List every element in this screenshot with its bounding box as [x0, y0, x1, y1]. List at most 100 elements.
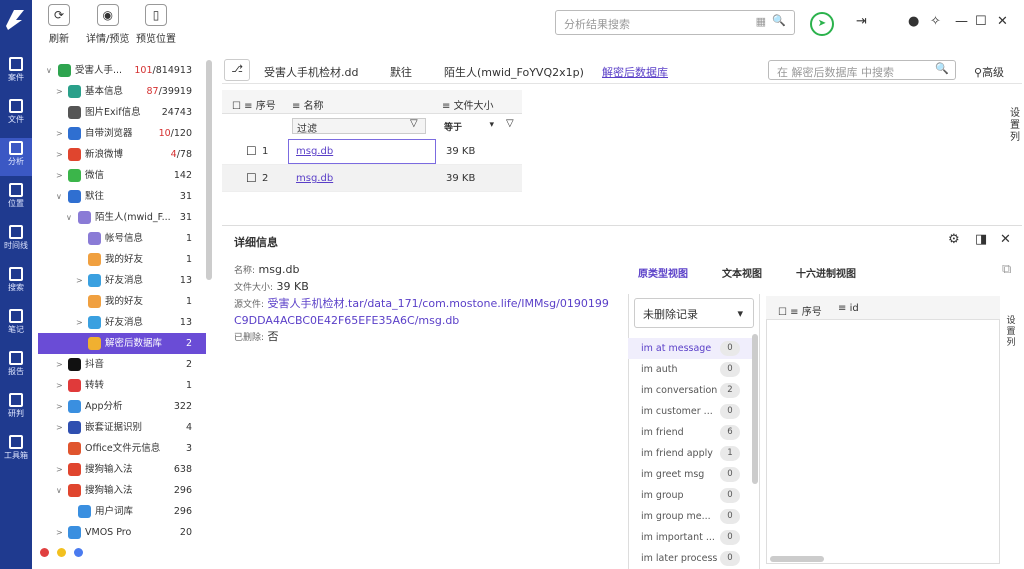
tree-item[interactable]: Office文件元信息 3: [38, 438, 206, 459]
tree-scrollbar[interactable]: [206, 60, 212, 280]
db-table-item[interactable]: im later process 0: [628, 548, 752, 569]
refresh-button[interactable]: ⟳ 刷新: [48, 4, 70, 45]
row-name-link[interactable]: msg.db: [296, 146, 333, 157]
rail-item-7[interactable]: 报告: [0, 348, 32, 386]
tree-item[interactable]: 帐号信息 1: [38, 228, 206, 249]
tree-item[interactable]: > 抖音 2: [38, 354, 206, 375]
chevron-down-icon[interactable]: ∨: [56, 186, 68, 207]
filter-icon[interactable]: ▽: [410, 118, 418, 129]
db-table-item[interactable]: im customer ... 0: [628, 401, 752, 422]
db-table-item[interactable]: im friend 6: [628, 422, 752, 443]
tree-item[interactable]: ∨ 搜狗输入法 296: [38, 480, 206, 501]
tree-item[interactable]: > 搜狗输入法 638: [38, 459, 206, 480]
result-search-input[interactable]: 分析结果搜索 ▦ 🔍: [555, 10, 795, 35]
tab-hex-view[interactable]: 十六进制视图: [796, 265, 856, 280]
preview-position-button[interactable]: ▯ 预览位置: [136, 4, 176, 45]
chevron-down-icon[interactable]: ∨: [46, 60, 58, 81]
export-icon[interactable]: ⇥: [856, 14, 867, 29]
tree-item[interactable]: > 嵌套证据识别 4: [38, 417, 206, 438]
db-search-input[interactable]: 在 解密后数据库 中搜索 🔍: [768, 60, 956, 80]
tree-item[interactable]: > VMOS Pro 20: [38, 522, 206, 543]
detail-preview-button[interactable]: ◉ 详情/预览: [86, 4, 129, 45]
db-table-item[interactable]: im conversation 2: [628, 380, 752, 401]
rail-item-4[interactable]: 时间线: [0, 222, 32, 260]
col-header-index[interactable]: ☐ ≡ 序号: [232, 97, 276, 112]
column-settings-button[interactable]: 设置列: [1008, 108, 1022, 144]
chevron-right-icon[interactable]: >: [56, 417, 68, 438]
sub-col-id[interactable]: ≡ id: [838, 303, 859, 314]
search-icon[interactable]: 🔍: [935, 62, 949, 75]
crumb-account[interactable]: 陌生人(mwid_FoYVQ2x1p): [444, 64, 584, 80]
rail-item-6[interactable]: 笔记: [0, 306, 32, 344]
tree-item[interactable]: ∨ 默往 31: [38, 186, 206, 207]
crumb-device[interactable]: 受害人手机检材.dd: [264, 64, 358, 80]
tree-item[interactable]: 我的好友 1: [38, 291, 206, 312]
crumb-current[interactable]: 解密后数据库: [602, 64, 668, 80]
chevron-right-icon[interactable]: >: [56, 375, 68, 396]
tree-item[interactable]: 解密后数据库 2: [38, 333, 206, 354]
tree-item[interactable]: > App分析 322: [38, 396, 206, 417]
branch-icon[interactable]: ⎇: [224, 59, 250, 81]
chevron-right-icon[interactable]: >: [56, 81, 68, 102]
db-table-item[interactable]: im important ... 0: [628, 527, 752, 548]
tree-item[interactable]: 我的好友 1: [38, 249, 206, 270]
pin-icon[interactable]: ✧: [930, 14, 941, 29]
chevron-right-icon[interactable]: >: [76, 312, 88, 333]
tree-item[interactable]: 用户词库 296: [38, 501, 206, 522]
chevron-right-icon[interactable]: >: [56, 522, 68, 543]
table-row[interactable]: ☐ 2 msg.db 39 KB: [222, 165, 522, 192]
tree-item[interactable]: > 转转 1: [38, 375, 206, 396]
tree-item[interactable]: > 自带浏览器 10/120: [38, 123, 206, 144]
rail-item-5[interactable]: 搜索: [0, 264, 32, 302]
sub-col-index[interactable]: ☐ ≡ 序号: [778, 303, 822, 318]
chevron-down-icon[interactable]: ∨: [56, 480, 68, 501]
source-link[interactable]: 受害人手机检材.tar/data_171/com.mostone.life/IM…: [234, 297, 609, 327]
chevron-right-icon[interactable]: >: [56, 396, 68, 417]
crumb-app[interactable]: 默往: [390, 64, 412, 80]
calendar-icon[interactable]: ▦: [756, 15, 766, 28]
tab-text-view[interactable]: 文本视图: [722, 265, 762, 280]
rail-item-2[interactable]: 分析: [0, 138, 32, 176]
tree-item[interactable]: > 好友消息 13: [38, 270, 206, 291]
db-table-item[interactable]: im friend apply 1: [628, 443, 752, 464]
db-table-item[interactable]: im greet msg 0: [628, 464, 752, 485]
name-filter-input[interactable]: 过滤: [292, 118, 426, 135]
close-icon[interactable]: ✕: [1000, 232, 1011, 247]
chevron-right-icon[interactable]: >: [56, 144, 68, 165]
tab-raw-view[interactable]: 原类型视图: [638, 265, 688, 280]
advanced-search-button[interactable]: ⚲高级: [974, 64, 1004, 80]
sub-column-settings-button[interactable]: 设置列: [1004, 316, 1018, 349]
chevron-right-icon[interactable]: >: [56, 459, 68, 480]
record-grid-hscroll[interactable]: [770, 556, 824, 562]
gear-icon[interactable]: ⚙: [948, 232, 960, 247]
chevron-right-icon[interactable]: >: [56, 354, 68, 375]
send-icon[interactable]: ➤: [810, 12, 834, 36]
chevron-right-icon[interactable]: >: [56, 165, 68, 186]
rail-item-1[interactable]: 文件: [0, 96, 32, 134]
table-list-scrollbar[interactable]: [752, 334, 758, 484]
minimize-icon[interactable]: —: [955, 14, 968, 29]
row-checkbox[interactable]: ☐: [246, 171, 257, 185]
db-table-item[interactable]: im auth 0: [628, 359, 752, 380]
tree-item[interactable]: ∨ 受害人手... 101/814913: [38, 60, 206, 81]
panel-icon[interactable]: ◨: [975, 232, 987, 247]
rail-item-0[interactable]: 案件: [0, 54, 32, 92]
col-header-name[interactable]: ≡ 名称: [292, 97, 324, 112]
size-filter-op[interactable]: 等于 ▾: [438, 118, 498, 134]
row-checkbox[interactable]: ☐: [246, 144, 257, 158]
tree-item[interactable]: ∨ 陌生人(mwid_F... 31: [38, 207, 206, 228]
rail-item-8[interactable]: 研判: [0, 390, 32, 428]
filter-icon[interactable]: ▽: [506, 118, 514, 129]
maximize-icon[interactable]: ☐: [975, 14, 987, 29]
db-table-item[interactable]: im group me... 0: [628, 506, 752, 527]
tree-item[interactable]: > 基本信息 87/39919: [38, 81, 206, 102]
tree-item[interactable]: > 好友消息 13: [38, 312, 206, 333]
table-row[interactable]: ☐ 1 msg.db 39 KB: [222, 138, 522, 165]
tree-item[interactable]: > 新浪微博 4/78: [38, 144, 206, 165]
external-link-icon[interactable]: ⧉: [1002, 262, 1011, 277]
chevron-right-icon[interactable]: >: [56, 123, 68, 144]
rail-item-9[interactable]: 工具箱: [0, 432, 32, 470]
tree-item[interactable]: 图片Exif信息 24743: [38, 102, 206, 123]
user-icon[interactable]: ●: [908, 14, 919, 29]
search-icon[interactable]: 🔍: [772, 14, 786, 27]
